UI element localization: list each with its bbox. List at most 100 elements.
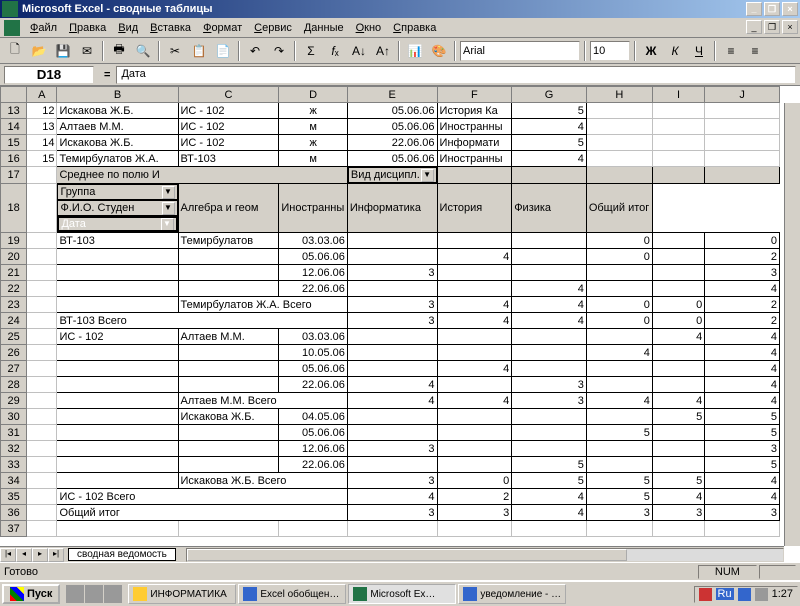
cell[interactable] xyxy=(437,233,512,249)
cell[interactable]: 5 xyxy=(652,409,704,425)
cell[interactable]: 4 xyxy=(512,313,587,329)
cell[interactable]: Иностранны xyxy=(279,184,348,233)
col-header-I[interactable]: I xyxy=(652,87,704,103)
cell[interactable]: Темирбулатов Ж.А. xyxy=(57,151,178,167)
cell[interactable]: м xyxy=(279,151,348,167)
cell[interactable]: 22.06.06 xyxy=(279,281,348,297)
cell[interactable] xyxy=(512,329,587,345)
tab-first[interactable]: |◂ xyxy=(0,548,16,562)
align-left-button[interactable]: ≡ xyxy=(720,40,742,62)
row-header-21[interactable]: 21 xyxy=(1,265,27,281)
cell[interactable]: ИС - 102 Всего xyxy=(57,489,347,505)
cell[interactable] xyxy=(347,281,437,297)
cell[interactable]: 05.06.06 xyxy=(279,425,348,441)
cell[interactable]: 4 xyxy=(705,489,780,505)
row-header-23[interactable]: 23 xyxy=(1,297,27,313)
cell[interactable] xyxy=(652,377,704,393)
cell[interactable] xyxy=(705,103,780,119)
cell[interactable] xyxy=(27,329,57,345)
cell[interactable]: Темирбулатов Ж.А. Всего xyxy=(178,297,347,313)
cell[interactable] xyxy=(27,521,57,537)
cell[interactable] xyxy=(586,377,652,393)
cell[interactable] xyxy=(437,265,512,281)
col-header-E[interactable]: E xyxy=(347,87,437,103)
underline-button[interactable]: Ч xyxy=(688,40,710,62)
tab-last[interactable]: ▸| xyxy=(48,548,64,562)
cell[interactable]: 03.03.06 xyxy=(279,329,348,345)
cell[interactable]: Искакова Ж.Б. Всего xyxy=(178,473,347,489)
cell[interactable]: История xyxy=(437,184,512,233)
cell[interactable] xyxy=(27,297,57,313)
start-button[interactable]: Пуск xyxy=(2,584,60,604)
cell[interactable] xyxy=(586,103,652,119)
cell[interactable]: ВТ-103 xyxy=(57,233,178,249)
tab-next[interactable]: ▸ xyxy=(32,548,48,562)
cell[interactable] xyxy=(178,249,279,265)
formula-bar[interactable]: Дата xyxy=(116,66,796,84)
grid[interactable]: ABCDEFGHIJ 1312Искакова Ж.Б.ИС - 102ж05.… xyxy=(0,86,780,537)
cell[interactable]: 12.06.06 xyxy=(279,265,348,281)
cell[interactable]: 05.06.06 xyxy=(347,151,437,167)
cell[interactable]: 4 xyxy=(586,393,652,409)
chart-button[interactable]: 📊 xyxy=(404,40,426,62)
cell[interactable] xyxy=(178,521,279,537)
ql-outlook-icon[interactable] xyxy=(104,585,122,603)
row-header-35[interactable]: 35 xyxy=(1,489,27,505)
cell[interactable]: ИС - 102 xyxy=(57,329,178,345)
cell[interactable]: 10.05.06 xyxy=(279,345,348,361)
cell[interactable] xyxy=(347,361,437,377)
row-header-18[interactable]: 18 xyxy=(1,184,27,233)
cell[interactable]: ИС - 102 xyxy=(178,119,279,135)
cell[interactable] xyxy=(512,249,587,265)
cell[interactable] xyxy=(57,281,178,297)
menu-Вставка[interactable]: Вставка xyxy=(144,20,197,36)
menu-Правка[interactable]: Правка xyxy=(63,20,112,36)
cell[interactable] xyxy=(586,119,652,135)
cell[interactable]: ж xyxy=(279,103,348,119)
menu-Данные[interactable]: Данные xyxy=(298,20,350,36)
ql-desktop-icon[interactable] xyxy=(85,585,103,603)
cell[interactable]: Алтаев М.М. xyxy=(57,119,178,135)
cell[interactable]: 4 xyxy=(437,393,512,409)
cell[interactable]: 0 xyxy=(586,297,652,313)
cell[interactable] xyxy=(57,377,178,393)
cell[interactable] xyxy=(347,521,437,537)
italic-button[interactable]: К xyxy=(664,40,686,62)
row-header-34[interactable]: 34 xyxy=(1,473,27,489)
cell[interactable]: 03.03.06 xyxy=(279,233,348,249)
menu-Вид[interactable]: Вид xyxy=(112,20,144,36)
menu-Справка[interactable]: Справка xyxy=(387,20,442,36)
cell[interactable] xyxy=(586,329,652,345)
cell[interactable] xyxy=(437,409,512,425)
cell[interactable]: 3 xyxy=(705,265,780,281)
cell[interactable]: 4 xyxy=(347,489,437,505)
cell[interactable]: 4 xyxy=(512,119,587,135)
cell[interactable]: 4 xyxy=(512,489,587,505)
cell[interactable]: 4 xyxy=(512,297,587,313)
cell[interactable]: 3 xyxy=(652,505,704,521)
cell[interactable]: 0 xyxy=(586,313,652,329)
cell[interactable] xyxy=(347,233,437,249)
cell[interactable]: Ф.И.О. Студен▼ xyxy=(57,200,177,216)
cell[interactable]: ВТ-103 xyxy=(178,151,279,167)
cell[interactable] xyxy=(586,265,652,281)
cell[interactable] xyxy=(57,441,178,457)
cell[interactable] xyxy=(57,249,178,265)
cell[interactable] xyxy=(652,167,704,184)
cell[interactable] xyxy=(437,329,512,345)
row-header-22[interactable]: 22 xyxy=(1,281,27,297)
cell[interactable] xyxy=(586,361,652,377)
font-name-select[interactable] xyxy=(460,41,580,61)
col-header-G[interactable]: G xyxy=(512,87,587,103)
tray-icon-3[interactable] xyxy=(755,588,768,601)
cell[interactable]: 05.06.06 xyxy=(347,119,437,135)
cell[interactable]: Алгебра и геом xyxy=(178,184,279,233)
cell[interactable]: 5 xyxy=(586,489,652,505)
cell[interactable]: Искакова Ж.Б. xyxy=(57,135,178,151)
cell[interactable] xyxy=(27,184,57,233)
cell[interactable] xyxy=(652,249,704,265)
cell[interactable] xyxy=(586,441,652,457)
cell[interactable] xyxy=(512,361,587,377)
cell[interactable] xyxy=(347,249,437,265)
cell[interactable]: История Ка xyxy=(437,103,512,119)
